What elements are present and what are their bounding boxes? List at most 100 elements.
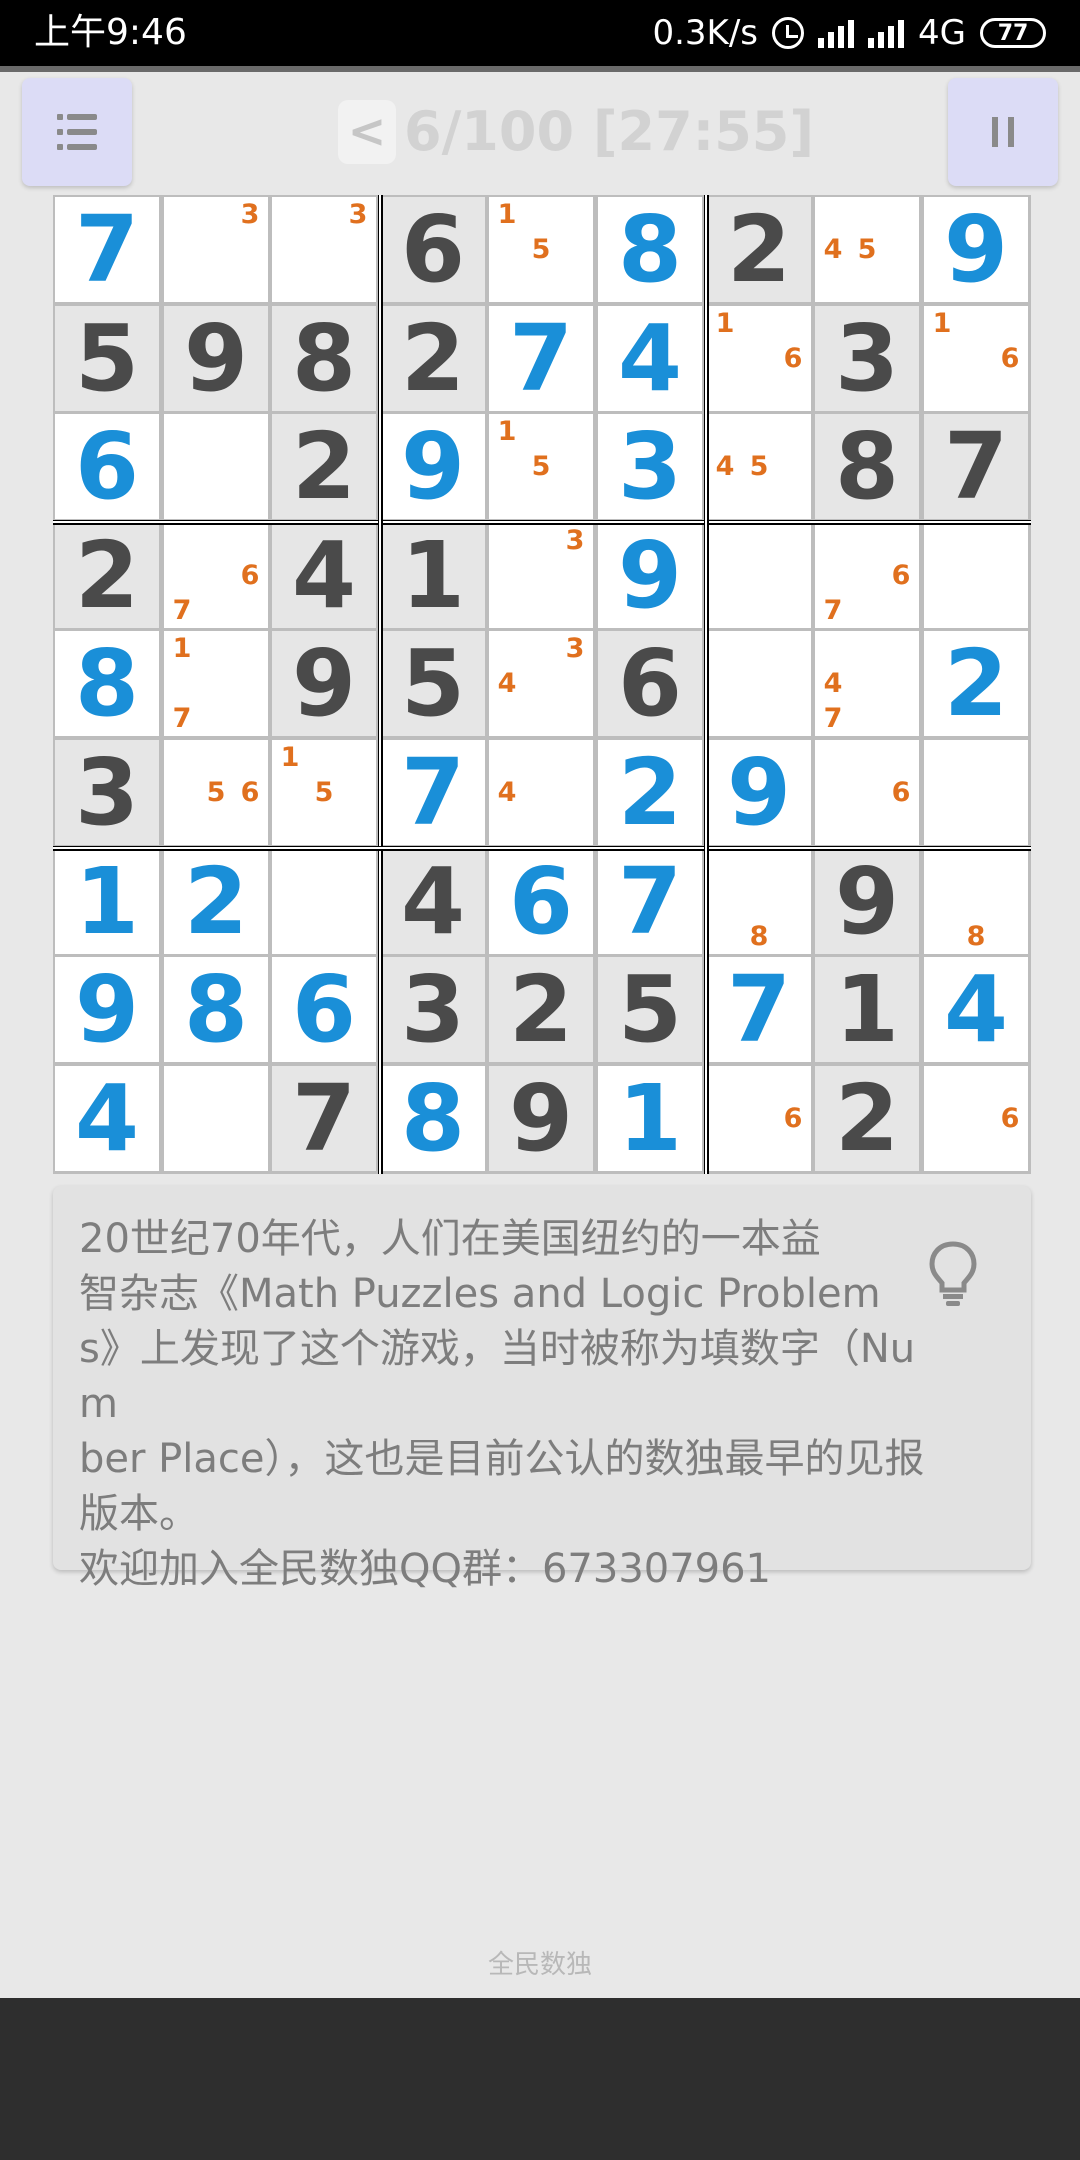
sudoku-cell-r5c5[interactable]: 34 [489, 631, 593, 736]
sudoku-cell-r9c7[interactable]: 6 [707, 1066, 811, 1171]
previous-puzzle-button[interactable]: < [338, 100, 396, 164]
sudoku-cell-r2c9[interactable]: 16 [924, 306, 1028, 411]
sudoku-cell-r5c9[interactable]: 2 [924, 631, 1028, 736]
sudoku-cell-r4c1[interactable]: 2 [55, 523, 159, 628]
sudoku-cell-r5c3[interactable]: 9 [272, 631, 376, 736]
sudoku-cell-r4c3[interactable]: 4 [272, 523, 376, 628]
sudoku-cell-r7c5[interactable]: 6 [489, 849, 593, 954]
pencil-note: 6 [240, 777, 260, 808]
pause-button[interactable] [948, 78, 1058, 186]
sudoku-cell-r5c8[interactable]: 47 [815, 631, 919, 736]
sudoku-cell-r3c7[interactable]: 45 [707, 414, 811, 519]
status-icons: 0.3K/s 4G 77 [652, 8, 1046, 58]
sudoku-cell-r1c9[interactable]: 9 [924, 197, 1028, 302]
sudoku-cell-r5c7[interactable] [707, 631, 811, 736]
info-line: 20世纪70年代，人们在美国纽约的一本益 [79, 1216, 821, 1262]
sudoku-cell-r5c6[interactable]: 6 [598, 631, 702, 736]
sudoku-cell-r3c1[interactable]: 6 [55, 414, 159, 519]
cell-value: 2 [508, 956, 573, 1063]
sudoku-cell-r9c2[interactable] [164, 1066, 268, 1171]
sudoku-cell-r6c8[interactable]: 6 [815, 740, 919, 845]
sudoku-cell-r6c4[interactable]: 7 [381, 740, 485, 845]
sudoku-cell-r9c1[interactable]: 4 [55, 1066, 159, 1171]
sudoku-cell-r7c1[interactable]: 1 [55, 849, 159, 954]
sudoku-cell-r2c5[interactable]: 7 [489, 306, 593, 411]
sudoku-cell-r2c2[interactable]: 9 [164, 306, 268, 411]
sudoku-cell-r7c8[interactable]: 9 [815, 849, 919, 954]
sudoku-cell-r2c3[interactable]: 8 [272, 306, 376, 411]
info-line: 版本。 [79, 1491, 199, 1537]
sudoku-cell-r7c6[interactable]: 7 [598, 849, 702, 954]
status-bar: 上午9:46 0.3K/s 4G 77 [0, 0, 1080, 66]
sudoku-cell-r5c4[interactable]: 5 [381, 631, 485, 736]
sudoku-cell-r3c6[interactable]: 3 [598, 414, 702, 519]
sudoku-cell-r8c1[interactable]: 9 [55, 957, 159, 1062]
sudoku-cell-r8c2[interactable]: 8 [164, 957, 268, 1062]
sudoku-cell-r8c8[interactable]: 1 [815, 957, 919, 1062]
cell-value: 7 [400, 739, 465, 846]
sudoku-cell-r9c8[interactable]: 2 [815, 1066, 919, 1171]
sudoku-cell-r6c3[interactable]: 15 [272, 740, 376, 845]
sudoku-cell-r8c9[interactable]: 4 [924, 957, 1028, 1062]
sudoku-cell-r8c4[interactable]: 3 [381, 957, 485, 1062]
sudoku-cell-r1c7[interactable]: 2 [707, 197, 811, 302]
sudoku-cell-r9c4[interactable]: 8 [381, 1066, 485, 1171]
sudoku-cell-r9c5[interactable]: 9 [489, 1066, 593, 1171]
sudoku-cell-r3c5[interactable]: 15 [489, 414, 593, 519]
sudoku-cell-r1c5[interactable]: 15 [489, 197, 593, 302]
sudoku-cell-r4c2[interactable]: 67 [164, 523, 268, 628]
sudoku-cell-r8c7[interactable]: 7 [707, 957, 811, 1062]
sudoku-cell-r9c6[interactable]: 1 [598, 1066, 702, 1171]
sudoku-cell-r2c7[interactable]: 16 [707, 306, 811, 411]
sudoku-cell-r9c9[interactable]: 6 [924, 1066, 1028, 1171]
sudoku-cell-r4c7[interactable] [707, 523, 811, 628]
sudoku-cell-r7c7[interactable]: 8 [707, 849, 811, 954]
sudoku-cell-r1c1[interactable]: 7 [55, 197, 159, 302]
sudoku-cell-r7c9[interactable]: 8 [924, 849, 1028, 954]
pencil-note: 4 [497, 777, 517, 808]
sudoku-cell-r5c1[interactable]: 8 [55, 631, 159, 736]
sudoku-cell-r2c4[interactable]: 2 [381, 306, 485, 411]
sudoku-cell-r2c1[interactable]: 5 [55, 306, 159, 411]
sudoku-cell-r4c6[interactable]: 9 [598, 523, 702, 628]
sudoku-cell-r3c4[interactable]: 9 [381, 414, 485, 519]
sudoku-cell-r6c6[interactable]: 2 [598, 740, 702, 845]
sudoku-cell-r3c8[interactable]: 8 [815, 414, 919, 519]
sudoku-cell-r7c2[interactable]: 2 [164, 849, 268, 954]
sudoku-cell-r6c2[interactable]: 56 [164, 740, 268, 845]
sudoku-cell-r8c3[interactable]: 6 [272, 957, 376, 1062]
sudoku-cell-r1c2[interactable]: 3 [164, 197, 268, 302]
info-line: s》上发现了这个游戏，当时被称为填数字（Num [79, 1326, 916, 1427]
sudoku-cell-r3c3[interactable]: 2 [272, 414, 376, 519]
sudoku-cell-r4c4[interactable]: 1 [381, 523, 485, 628]
cell-value: 3 [74, 739, 139, 846]
sudoku-cell-r9c3[interactable]: 7 [272, 1066, 376, 1171]
sudoku-cell-r2c6[interactable]: 4 [598, 306, 702, 411]
pencil-note: 6 [783, 1103, 803, 1134]
sudoku-cell-r7c4[interactable]: 4 [381, 849, 485, 954]
sudoku-cell-r7c3[interactable] [272, 849, 376, 954]
sudoku-cell-r4c8[interactable]: 67 [815, 523, 919, 628]
lightbulb-icon[interactable] [927, 1240, 979, 1308]
cell-value: 1 [74, 848, 139, 955]
sudoku-cell-r6c7[interactable]: 9 [707, 740, 811, 845]
menu-button[interactable] [22, 78, 132, 186]
sudoku-cell-r3c9[interactable]: 7 [924, 414, 1028, 519]
pencil-note: 5 [531, 234, 551, 265]
cell-value: 7 [508, 305, 573, 412]
sudoku-cell-r3c2[interactable] [164, 414, 268, 519]
sudoku-cell-r4c9[interactable] [924, 523, 1028, 628]
sudoku-cell-r1c3[interactable]: 3 [272, 197, 376, 302]
sudoku-cell-r1c6[interactable]: 8 [598, 197, 702, 302]
sudoku-cell-r6c5[interactable]: 4 [489, 740, 593, 845]
sudoku-cell-r8c6[interactable]: 5 [598, 957, 702, 1062]
sudoku-cell-r6c1[interactable]: 3 [55, 740, 159, 845]
sudoku-cell-r1c8[interactable]: 45 [815, 197, 919, 302]
sudoku-cell-r8c5[interactable]: 2 [489, 957, 593, 1062]
cell-value: 6 [617, 630, 682, 737]
sudoku-cell-r2c8[interactable]: 3 [815, 306, 919, 411]
sudoku-cell-r4c5[interactable]: 3 [489, 523, 593, 628]
sudoku-cell-r1c4[interactable]: 6 [381, 197, 485, 302]
sudoku-cell-r5c2[interactable]: 17 [164, 631, 268, 736]
sudoku-cell-r6c9[interactable] [924, 740, 1028, 845]
